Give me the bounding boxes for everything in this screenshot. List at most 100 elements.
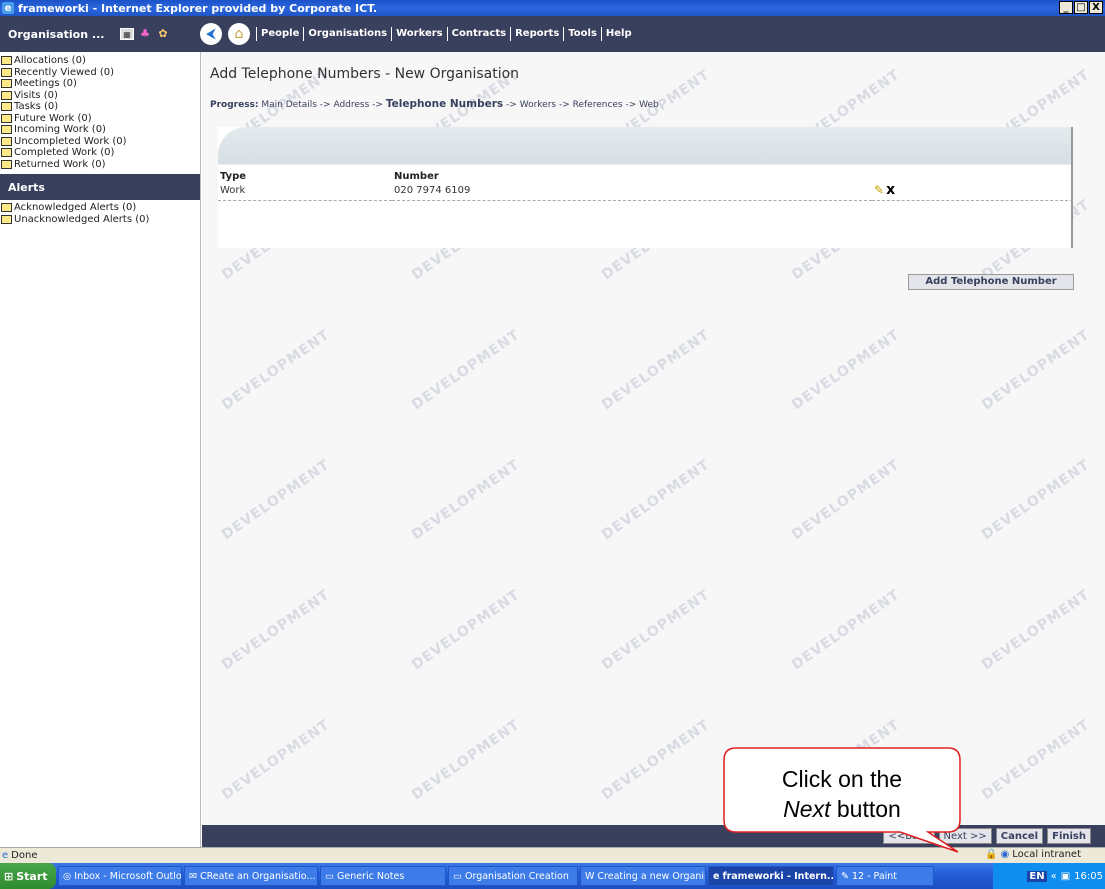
progress-before: Main Details -> Address -> — [261, 100, 383, 110]
finish-button[interactable]: Finish — [1047, 828, 1091, 844]
top-nav: Organisation ... ▦ ♣ ✿ ⮜ ⌂ People Organi… — [0, 16, 1105, 52]
people-icon[interactable]: ♣ — [138, 28, 152, 40]
callout-line-1: Click on the — [781, 766, 903, 792]
menu-people[interactable]: People — [256, 27, 303, 41]
sidebar-item-allocations[interactable]: Allocations (0) — [0, 55, 200, 67]
language-indicator[interactable]: EN — [1027, 870, 1047, 882]
sidebar-item-unacknowledged-alerts[interactable]: Unacknowledged Alerts (0) — [0, 214, 200, 226]
network-icon[interactable]: ▣ — [1061, 871, 1070, 882]
home-icon[interactable]: ⌂ — [228, 23, 250, 45]
watermark-text: DEVELOPMENT — [598, 456, 713, 544]
cell-type: Work — [218, 182, 392, 201]
delete-x-icon[interactable]: x — [886, 182, 895, 198]
folder-icon — [1, 90, 12, 100]
task-generic-notes[interactable]: ▭ Generic Notes — [320, 866, 446, 886]
sidebar-item-meetings[interactable]: Meetings (0) — [0, 78, 200, 90]
wizard-button-bar: <<Back Next >> Cancel Finish — [202, 825, 1105, 847]
folder-icon — [1, 214, 12, 224]
task-creating-new-organisation[interactable]: WCreating a new Organis... — [580, 866, 706, 886]
main-menu: People Organisations Workers Contracts R… — [256, 16, 636, 52]
window-title: frameworki - Internet Explorer provided … — [18, 1, 378, 15]
add-telephone-number-button[interactable]: Add Telephone Number — [908, 274, 1074, 290]
sidebar-item-visits[interactable]: Visits (0) — [0, 90, 200, 102]
column-header-number: Number — [394, 171, 439, 182]
telephone-table: Type Number Work 020 7974 6109 ✎ x — [218, 170, 1073, 201]
sidebar-item-tasks[interactable]: Tasks (0) — [0, 101, 200, 113]
nav-icons: ▦ ♣ ✿ — [120, 28, 200, 40]
edit-pencil-icon[interactable]: ✎ — [874, 183, 884, 197]
folder-icon — [1, 148, 12, 158]
folder-icon — [1, 136, 12, 146]
menu-reports[interactable]: Reports — [510, 27, 563, 41]
sidebar-item-future-work[interactable]: Future Work (0) — [0, 113, 200, 125]
window-controls: _ □ X — [1058, 1, 1103, 14]
intranet-globe-icon: ◉ — [1000, 849, 1010, 860]
windows-taskbar: ⊞ Start ◎ Inbox - Microsoft Outlook ✉ CReat… — [0, 863, 1105, 889]
sidebar-item-returned-work[interactable]: Returned Work (0) — [0, 159, 200, 171]
alerts-heading: Alerts — [0, 174, 200, 200]
watermark-text: DEVELOPMENT — [978, 716, 1093, 804]
cancel-button[interactable]: Cancel — [995, 828, 1044, 844]
menu-workers[interactable]: Workers — [391, 27, 447, 41]
maximize-button[interactable]: □ — [1074, 1, 1088, 14]
windows-flag-icon: ⊞ — [4, 869, 14, 883]
watermark-text: DEVELOPMENT — [788, 586, 903, 674]
sidebar-item-incoming-work[interactable]: Incoming Work (0) — [0, 124, 200, 136]
folder-icon — [1, 56, 12, 66]
task-paint[interactable]: ✎ 12 - Paint — [836, 866, 934, 886]
folder-icon — [1, 79, 12, 89]
module-dropdown[interactable]: Organisation ... — [0, 28, 120, 41]
clock: 16:05 — [1074, 870, 1103, 882]
ie-icon: e — [2, 2, 14, 14]
word-icon: W — [585, 870, 595, 882]
status-text: Done — [11, 850, 38, 861]
table-row: Work 020 7974 6109 ✎ x — [218, 182, 1073, 201]
progress-current-step: Telephone Numbers — [385, 98, 504, 110]
callout-line-2: Next button — [727, 794, 957, 824]
menu-tools[interactable]: Tools — [563, 27, 601, 41]
task-organisation-creation[interactable]: ▭ Organisation Creation — [448, 866, 578, 886]
security-zone: 🔒 ◉ Local intranet — [985, 849, 1081, 860]
column-header-type: Type — [220, 171, 247, 182]
watermark-text: DEVELOPMENT — [978, 326, 1093, 414]
mail-icon: ✉ — [189, 870, 197, 882]
callout-text: Click on the Next button — [727, 764, 957, 824]
watermark-text: DEVELOPMENT — [408, 456, 523, 544]
ie-icon: e — [713, 870, 720, 882]
close-button[interactable]: X — [1089, 1, 1103, 14]
folder-icon: ▭ — [453, 870, 462, 882]
callout-italic: Next — [783, 796, 831, 822]
watermark-text: DEVELOPMENT — [218, 716, 333, 804]
watermark-text: DEVELOPMENT — [218, 326, 333, 414]
back-arrow-icon[interactable]: ⮜ — [200, 23, 222, 45]
progress-breadcrumb: Progress: Main Details -> Address -> Tel… — [210, 98, 659, 110]
cell-number: 020 7974 6109 — [392, 182, 872, 201]
minimize-button[interactable]: _ — [1059, 1, 1073, 14]
menu-contracts[interactable]: Contracts — [446, 27, 510, 41]
watermark-text: DEVELOPMENT — [218, 586, 333, 674]
page-done-icon: e — [2, 850, 9, 861]
calendar-icon[interactable]: ▦ — [120, 28, 134, 40]
folder-icon — [1, 203, 12, 213]
telephone-panel: Type Number Work 020 7974 6109 ✎ x — [218, 127, 1073, 248]
menu-help[interactable]: Help — [600, 27, 636, 41]
folder-icon — [1, 67, 12, 77]
watermark-text: DEVELOPMENT — [598, 326, 713, 414]
task-create-organisation[interactable]: ✉ CReate an Organisatio... — [184, 866, 318, 886]
panel-header — [218, 127, 1071, 165]
start-button[interactable]: ⊞ Start — [0, 863, 56, 889]
sidebar-item-recently-viewed[interactable]: Recently Viewed (0) — [0, 67, 200, 79]
task-outlook[interactable]: ◎ Inbox - Microsoft Outlook — [58, 866, 182, 886]
tray-expand-icon[interactable]: « — [1051, 871, 1057, 882]
sidebar-item-completed-work[interactable]: Completed Work (0) — [0, 147, 200, 159]
tools-icon[interactable]: ✿ — [156, 28, 170, 40]
sidebar-item-acknowledged-alerts[interactable]: Acknowledged Alerts (0) — [0, 202, 200, 214]
sidebar-item-uncompleted-work[interactable]: Uncompleted Work (0) — [0, 136, 200, 148]
progress-label: Progress: — [210, 100, 259, 110]
watermark-text: DEVELOPMENT — [978, 456, 1093, 544]
folder-icon — [1, 159, 12, 169]
lock-icon: 🔒 — [985, 849, 998, 860]
menu-organisations[interactable]: Organisations — [303, 27, 391, 41]
task-frameworki[interactable]: e frameworki - Intern... — [708, 866, 834, 886]
folder-icon — [1, 125, 12, 135]
